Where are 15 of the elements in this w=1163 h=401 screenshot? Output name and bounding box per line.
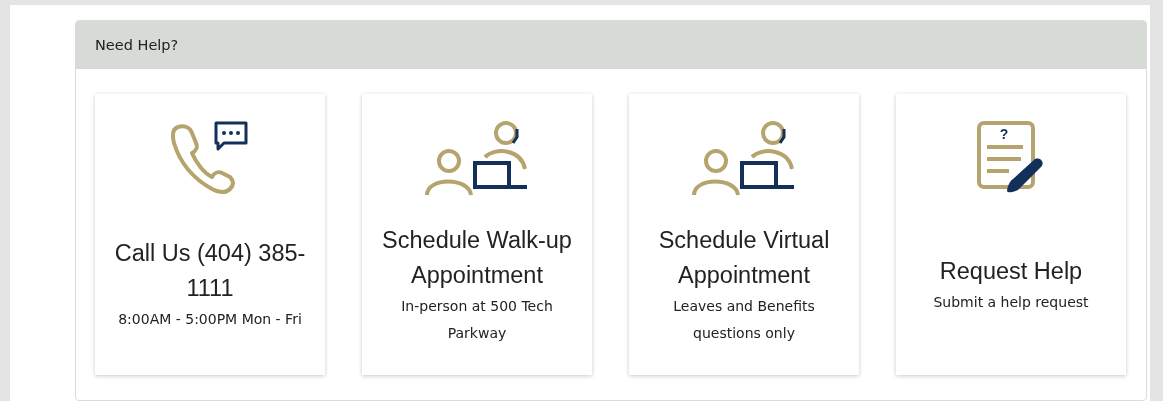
card-subtitle: 8:00AM - 5:00PM Mon - Fri xyxy=(118,310,302,329)
card-subtitle: Leaves and Benefits questions only xyxy=(672,296,816,343)
card-title: Schedule Virtual Appointment xyxy=(657,225,831,290)
panel-title: Need Help? xyxy=(95,37,179,53)
card-subtitle: Submit a help request xyxy=(933,292,1089,312)
help-option-card[interactable]: Call Us (404) 385-1111 8:00AM - 5:00PM Mon - Fri xyxy=(95,94,325,375)
meeting-icon xyxy=(425,121,529,197)
meeting-icon xyxy=(692,121,796,197)
card-title: Schedule Walk-up Appointment xyxy=(381,225,573,290)
card-subtitle: In-person at 500 Tech Parkway xyxy=(400,296,554,343)
card-title: Request Help xyxy=(939,256,1083,286)
help-option-card[interactable]: ? Request Help Submit a help request xyxy=(896,94,1126,375)
help-option-card[interactable]: Schedule Virtual Appointment Leaves and Benefits questions only xyxy=(629,94,859,375)
card-title: Call Us (404) 385-1111 xyxy=(113,239,307,303)
help-option-card[interactable]: Schedule Walk-up Appointment In-person at 500 Tech Parkway xyxy=(362,94,592,375)
